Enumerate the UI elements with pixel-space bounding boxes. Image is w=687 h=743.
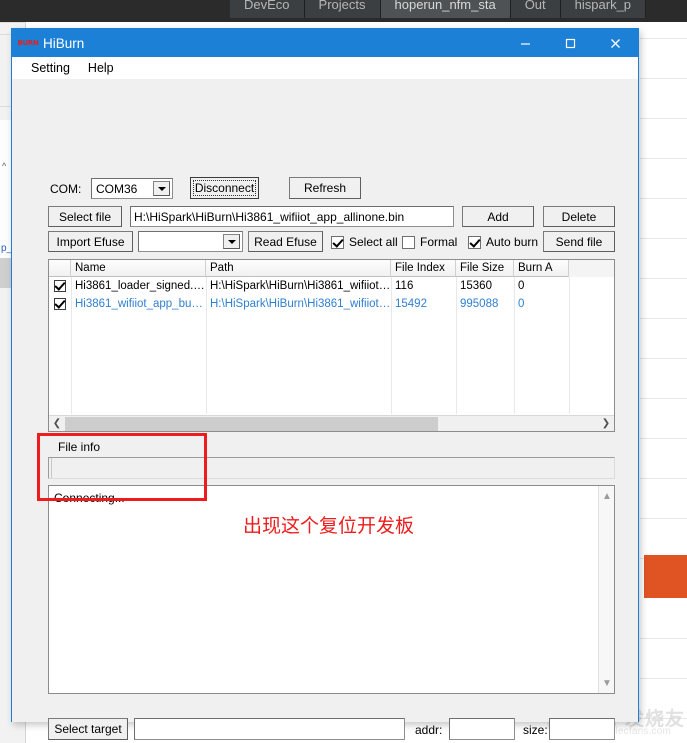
maximize-button[interactable] — [548, 29, 593, 57]
row-checkbox[interactable] — [49, 298, 71, 310]
import-efuse-button-label: Import Efuse — [56, 234, 125, 249]
row-file-size: 995088 — [460, 298, 499, 310]
file-path-input[interactable]: H:\HiSpark\HiBurn\Hi3861_wifiiot_app_all… — [130, 206, 454, 227]
scroll-up-icon[interactable]: ▲ — [599, 488, 614, 504]
client-area: COM: COM36 Disconnect Refresh Select fil… — [12, 79, 638, 740]
row-burn-addr: 0 — [518, 298, 525, 310]
window-controls — [503, 29, 638, 57]
select-target-button[interactable]: Select target — [48, 718, 128, 740]
table-row[interactable]: Hi3861_loader_signed.bin H:\HiSpark\HiBu… — [49, 277, 614, 295]
send-file-button-label: Send file — [555, 234, 603, 249]
add-button-label: Add — [487, 209, 509, 224]
menu-help[interactable]: Help — [79, 58, 123, 78]
file-table-header: Name Path File Index File Size Burn A — [49, 260, 614, 277]
row-path: H:\HiSpark\HiBurn\Hi3861_wifiiot_app... — [210, 298, 391, 310]
add-button[interactable]: Add — [462, 206, 534, 227]
background-orange-block — [644, 555, 687, 598]
com-label: COM: — [50, 182, 82, 196]
scroll-left-icon[interactable]: ❮ — [49, 416, 65, 432]
table-row[interactable]: Hi3861_wifiiot_app_burn... H:\HiSpark\Hi… — [49, 295, 614, 313]
row-path: H:\HiSpark\HiBurn\Hi3861_wifiiot_app... — [210, 280, 391, 292]
minimize-button[interactable] — [503, 29, 548, 57]
auto-burn-checkbox-label: Auto burn — [486, 235, 539, 249]
file-table-col-name[interactable]: Name — [71, 260, 206, 277]
addr-label: addr: — [415, 723, 443, 737]
read-efuse-button[interactable]: Read Efuse — [248, 231, 323, 252]
row-checkbox[interactable] — [49, 280, 71, 292]
select-all-checkbox-box — [331, 235, 344, 249]
file-table-hscrollbar[interactable]: ❮ ❯ — [49, 415, 614, 431]
delete-button-label: Delete — [561, 209, 597, 224]
menu-bar: Setting Help — [12, 57, 638, 79]
size-label: size: — [523, 723, 548, 737]
select-file-button[interactable]: Select file — [48, 206, 122, 227]
background-tab-out[interactable]: Out — [510, 0, 561, 18]
scroll-right-icon[interactable]: ❯ — [598, 416, 614, 432]
refresh-button-label: Refresh — [303, 181, 347, 195]
com-port-select[interactable]: COM36 — [91, 178, 173, 199]
background-tab-hispark-p[interactable]: hispark_p — [560, 0, 647, 18]
file-table[interactable]: Name Path File Index File Size Burn A Hi… — [48, 259, 615, 432]
formal-checkbox-box — [402, 235, 415, 249]
menu-setting[interactable]: Setting — [22, 58, 79, 78]
select-file-button-label: Select file — [58, 209, 112, 224]
background-tabstrip: DevEco Projects hoperun_nfm_sta Out hisp… — [0, 0, 687, 22]
file-info-statusbar — [48, 457, 615, 479]
close-icon — [609, 37, 622, 50]
send-file-button[interactable]: Send file — [543, 231, 615, 252]
background-tab-projects[interactable]: Projects — [304, 0, 381, 18]
scroll-down-icon[interactable]: ▼ — [599, 675, 614, 691]
target-path-input[interactable] — [134, 718, 405, 740]
background-tab-deveco[interactable]: DevEco — [230, 0, 305, 18]
file-info-label: File info — [58, 440, 101, 454]
file-table-col-file-index[interactable]: File Index — [391, 260, 456, 277]
row-file-index: 116 — [395, 280, 414, 292]
row-name: Hi3861_wifiiot_app_burn... — [75, 298, 206, 310]
com-port-value: COM36 — [96, 181, 138, 196]
import-efuse-button[interactable]: Import Efuse — [48, 231, 133, 252]
file-table-col-file-size[interactable]: File Size — [456, 260, 514, 277]
row-file-size: 15360 — [460, 280, 492, 292]
file-table-col-burn-addr[interactable]: Burn A — [514, 260, 569, 277]
auto-burn-checkbox-box — [468, 235, 481, 249]
file-table-col-path[interactable]: Path — [206, 260, 391, 277]
efuse-select[interactable] — [138, 231, 243, 252]
screen-root: ^ p_ DevEco Projects hoperun_nfm_sta Out… — [0, 0, 687, 743]
refresh-button[interactable]: Refresh — [289, 177, 361, 199]
chevron-down-icon[interactable] — [153, 181, 170, 196]
chevron-down-icon-efuse[interactable] — [223, 234, 240, 249]
row-name: Hi3861_loader_signed.bin — [75, 280, 206, 292]
select-all-checkbox[interactable]: Select all — [331, 234, 398, 250]
log-vscrollbar[interactable]: ▲ ▼ — [598, 486, 614, 693]
maximize-icon — [564, 37, 577, 50]
log-output-text: Connecting... — [54, 491, 125, 505]
disconnect-button[interactable]: Disconnect — [190, 177, 259, 199]
delete-button[interactable]: Delete — [543, 206, 615, 227]
size-input[interactable] — [549, 718, 615, 740]
row-file-index: 15492 — [395, 298, 427, 310]
hiburn-window: BURN HiBurn Setting Help COM: COM36 Disc… — [11, 28, 639, 740]
formal-checkbox-label: Formal — [420, 235, 458, 249]
addr-input[interactable] — [449, 718, 515, 740]
close-button[interactable] — [593, 29, 638, 57]
title-bar: BURN HiBurn — [12, 29, 638, 57]
background-tab-hoperun-nfm-sta[interactable]: hoperun_nfm_sta — [380, 0, 511, 18]
auto-burn-checkbox[interactable]: Auto burn — [468, 234, 538, 250]
row-burn-addr: 0 — [518, 280, 525, 292]
burn-icon-text: BURN — [17, 39, 39, 47]
minimize-icon — [519, 37, 532, 50]
hscroll-track[interactable] — [65, 415, 598, 431]
select-target-button-label: Select target — [54, 722, 122, 736]
formal-checkbox[interactable]: Formal — [402, 234, 457, 250]
file-table-col-check[interactable] — [49, 260, 71, 277]
annotation-text: 出现这个复位开发板 — [243, 515, 415, 537]
read-efuse-button-label: Read Efuse — [254, 234, 317, 249]
window-title: HiBurn — [43, 35, 85, 51]
burn-icon: BURN — [17, 35, 39, 51]
select-all-checkbox-label: Select all — [349, 235, 398, 249]
hscroll-thumb[interactable] — [65, 416, 439, 431]
